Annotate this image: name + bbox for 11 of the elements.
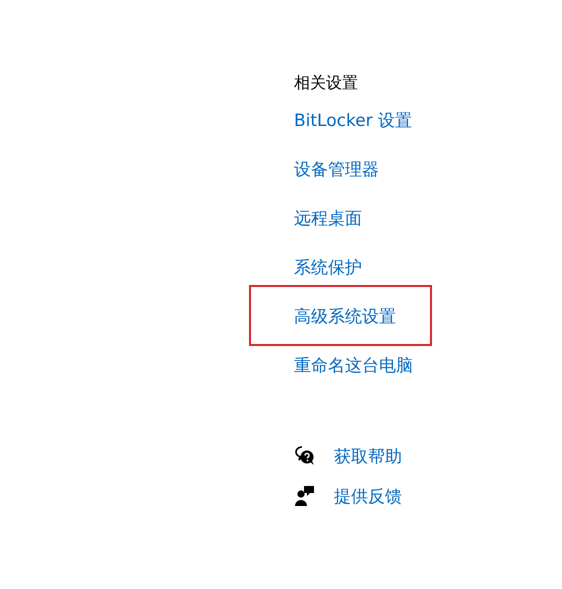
section-title: 相关设置 [294, 72, 359, 94]
settings-link[interactable]: 重命名这台电脑 [294, 354, 413, 377]
help-chat-icon [294, 445, 316, 467]
settings-link[interactable]: BitLocker 设置 [294, 109, 412, 132]
settings-link[interactable]: 高级系统设置 [294, 305, 396, 328]
settings-link[interactable]: 设备管理器 [294, 158, 379, 181]
settings-link[interactable]: 系统保护 [294, 256, 362, 279]
help-link[interactable]: 获取帮助 [334, 444, 402, 468]
help-link[interactable]: 提供反馈 [334, 484, 402, 508]
person-speech-icon [294, 485, 316, 507]
settings-link[interactable]: 远程桌面 [294, 207, 362, 230]
